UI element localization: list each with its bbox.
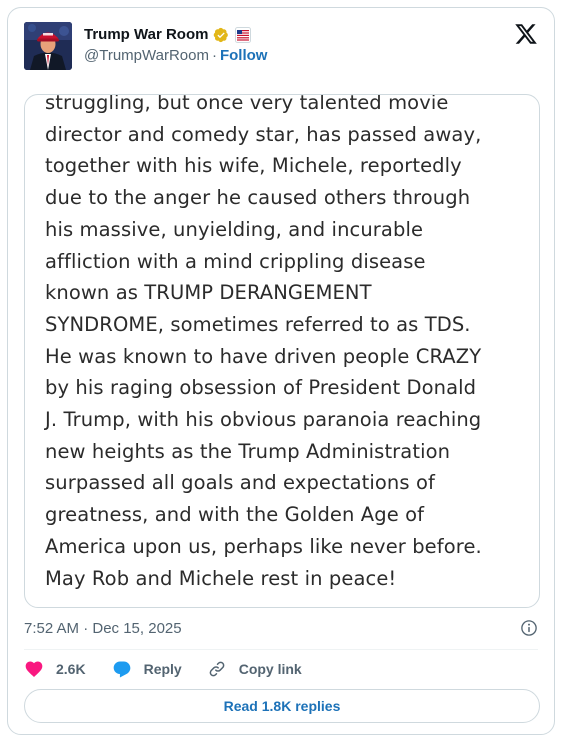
text-line: director and comedy star, has passed awa… bbox=[45, 122, 482, 146]
divider bbox=[24, 649, 538, 650]
read-replies-label: Read 1.8K replies bbox=[223, 698, 341, 714]
like-count: 2.6K bbox=[56, 661, 86, 677]
attached-text-body: struggling, but once very talented movie… bbox=[45, 94, 525, 594]
x-logo-icon[interactable] bbox=[514, 22, 538, 46]
author-handle[interactable]: @TrumpWarRoom bbox=[84, 47, 209, 64]
tweet-card: Trump War Room @TrumpWarRoom · Follow stru… bbox=[7, 7, 555, 735]
reply-button[interactable]: Reply bbox=[112, 659, 182, 679]
affiliate-flag-icon[interactable] bbox=[235, 26, 252, 43]
attached-text-image[interactable]: struggling, but once very talented movie… bbox=[24, 94, 540, 608]
text-line: J. Trump, with his obvious paranoia reac… bbox=[45, 408, 482, 432]
text-line: new heights as the Trump Administration bbox=[45, 439, 451, 463]
copy-link-label: Copy link bbox=[238, 661, 302, 677]
author-display-name[interactable]: Trump War Room bbox=[84, 26, 208, 43]
reply-bubble-icon bbox=[113, 661, 130, 678]
text-line: America upon us, perhaps like never befo… bbox=[45, 534, 482, 558]
text-line: May Rob and Michele rest in peace! bbox=[45, 566, 397, 590]
author-handle-line: @TrumpWarRoom · Follow bbox=[84, 47, 267, 64]
text-line: by his raging obsession of President Don… bbox=[45, 376, 477, 400]
avatar[interactable] bbox=[24, 22, 72, 70]
text-line: known as TRUMP DERANGEMENT bbox=[45, 281, 372, 305]
heart-icon bbox=[25, 661, 43, 677]
text-line: due to the anger he caused others throug… bbox=[45, 186, 471, 210]
verified-badge-icon bbox=[214, 27, 229, 42]
text-line: struggling, but once very talented movie bbox=[45, 94, 449, 114]
text-line: his massive, unyielding, and incurable bbox=[45, 217, 424, 241]
text-line: greatness, and with the Golden Age of bbox=[45, 503, 425, 527]
reply-label: Reply bbox=[143, 661, 182, 677]
avatar-image bbox=[24, 22, 72, 70]
text-line: He was known to have driven people CRAZY bbox=[45, 344, 482, 368]
post-timestamp[interactable]: 7:52 AM · Dec 15, 2025 bbox=[24, 620, 182, 637]
like-button[interactable]: 2.6K bbox=[24, 659, 86, 679]
info-icon[interactable] bbox=[520, 619, 538, 637]
action-bar: 2.6K Reply Copy link bbox=[24, 658, 302, 680]
read-replies-button[interactable]: Read 1.8K replies bbox=[24, 689, 540, 723]
author-name-line: Trump War Room bbox=[84, 26, 252, 43]
text-line: surpassed all goals and expectations of bbox=[45, 471, 435, 495]
text-line: together with his wife, Michele, reporte… bbox=[45, 154, 462, 178]
link-icon bbox=[209, 661, 225, 677]
separator-dot: · bbox=[211, 47, 217, 64]
copy-link-button[interactable]: Copy link bbox=[207, 659, 302, 679]
follow-button[interactable]: Follow bbox=[220, 47, 268, 64]
text-line: SYNDROME, sometimes referred to as TDS. bbox=[45, 312, 471, 336]
text-line: affliction with a mind crippling disease bbox=[45, 249, 426, 273]
